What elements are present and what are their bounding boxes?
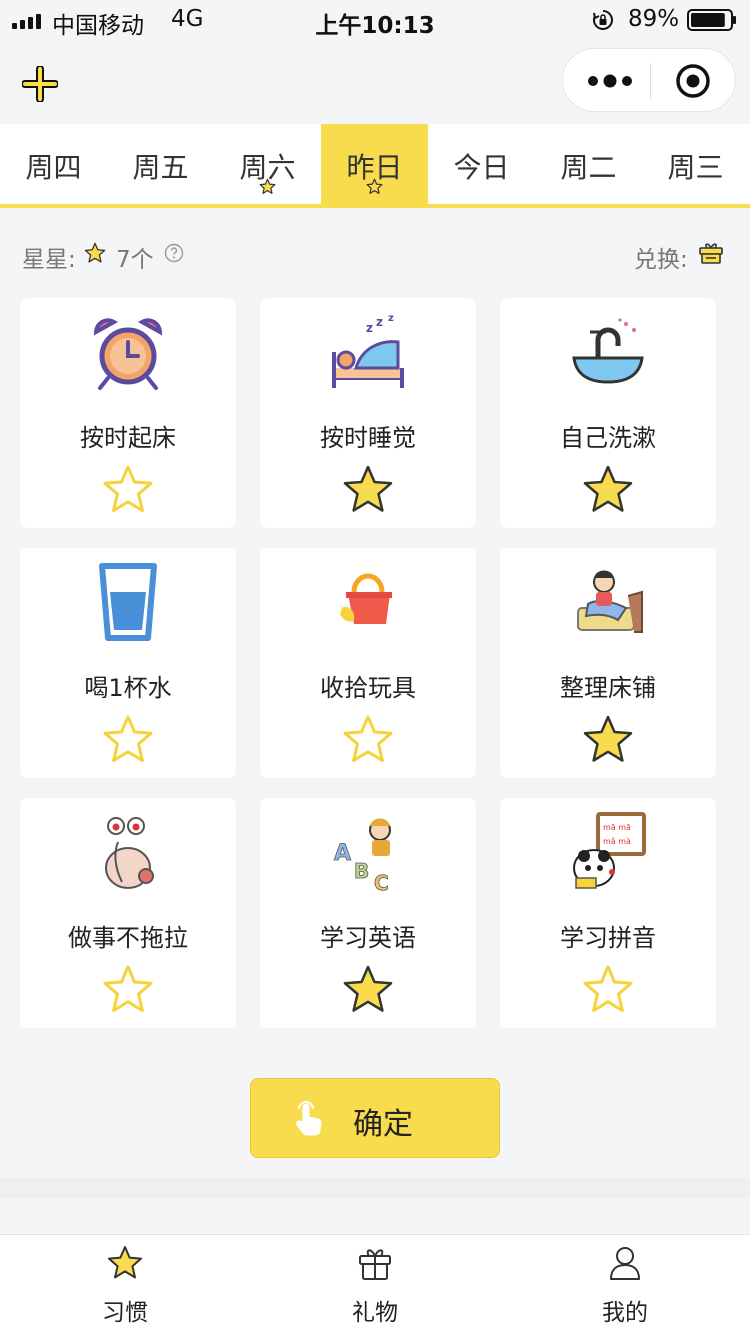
svg-text:mā mā: mā mā [603, 823, 631, 832]
header [0, 40, 750, 124]
svg-text:z: z [366, 321, 373, 335]
star-icon [84, 242, 106, 263]
habit-label: 收拾玩具 [320, 674, 416, 702]
svg-text:z: z [388, 313, 394, 324]
battery-icon [687, 9, 736, 31]
abc-boy-icon: AB C [334, 818, 391, 892]
nav-item-gifts[interactable]: 礼物 [250, 1235, 500, 1334]
tab-label: 周二 [560, 151, 617, 184]
habit-label: 学习英语 [320, 924, 416, 952]
svg-text:z: z [376, 315, 383, 329]
tab-day[interactable]: 周二 [535, 124, 642, 204]
habit-card[interactable]: 做事不拖拉 [20, 798, 236, 1028]
status-bar: 中国移动 4G 上午10:13 89% [0, 0, 750, 40]
star-outline-icon[interactable] [102, 464, 154, 514]
habit-card[interactable]: 喝1杯水 [20, 548, 236, 778]
habit-card[interactable]: A B C 学习英语 [260, 798, 476, 1028]
target-icon[interactable] [675, 63, 711, 99]
nav-label: 我的 [602, 1300, 648, 1326]
tab-label: 周三 [667, 151, 724, 184]
bottom-nav: 习惯 礼物 我的 [0, 1234, 750, 1334]
star-filled-icon[interactable] [582, 464, 634, 514]
gift-icon [359, 1249, 391, 1280]
tab-day[interactable]: 周三 [642, 124, 749, 204]
water-glass-icon [99, 563, 157, 641]
toy-bucket-icon [340, 573, 392, 624]
habit-label: 学习拼音 [560, 924, 656, 952]
pinyin-board-icon: mā mā mǎ mà [573, 812, 646, 889]
nav-item-mine[interactable]: 我的 [500, 1235, 750, 1334]
habit-card[interactable]: 按时起床 [20, 298, 236, 528]
user-icon [610, 1247, 640, 1280]
confirm-label: 确定 [353, 1107, 413, 1142]
capsule-divider [650, 63, 651, 99]
orientation-lock-icon [593, 10, 613, 30]
star-icon [108, 1246, 142, 1279]
alarm-clock-icon [93, 318, 163, 390]
making-bed-icon [577, 570, 643, 633]
gift-box-icon[interactable] [698, 241, 724, 265]
star-outline-icon[interactable] [582, 964, 634, 1014]
washbasin-icon [572, 318, 644, 384]
star-filled-icon[interactable] [342, 964, 394, 1014]
exchange-label[interactable]: 兑换: [634, 240, 688, 274]
habit-card[interactable]: 收拾玩具 [260, 548, 476, 778]
habit-label: 做事不拖拉 [68, 924, 188, 952]
star-earned-icon [259, 178, 276, 194]
tab-label: 今日 [453, 151, 510, 184]
svg-text:mǎ mà: mǎ mà [603, 837, 631, 846]
habit-label: 喝1杯水 [84, 674, 172, 702]
tab-label: 周五 [132, 151, 189, 184]
star-filled-icon[interactable] [342, 464, 394, 514]
star-outline-icon[interactable] [342, 714, 394, 764]
more-icon[interactable] [587, 74, 633, 88]
nav-label: 习惯 [102, 1300, 148, 1326]
habit-card[interactable]: mā mā mǎ mà 学习拼音 [500, 798, 716, 1028]
summary-row: 星星: 7个 兑换: [22, 236, 728, 274]
star-outline-icon[interactable] [102, 714, 154, 764]
nav-item-habits[interactable]: 习惯 [0, 1235, 250, 1334]
habit-label: 整理床铺 [560, 674, 656, 702]
habit-card[interactable]: z z z 按时睡觉 [260, 298, 476, 528]
day-tabs: 周四 周五 周六 昨日 今日 周二 周三 [0, 124, 750, 208]
battery-percent: 89% [628, 6, 680, 32]
habit-label: 按时睡觉 [320, 424, 416, 452]
habit-label: 按时起床 [80, 424, 176, 452]
nav-label: 礼物 [352, 1300, 398, 1326]
habit-card[interactable]: 整理床铺 [500, 548, 716, 778]
star-earned-icon [366, 178, 383, 194]
help-icon[interactable] [164, 243, 184, 263]
hand-tap-icon [296, 1101, 322, 1136]
snail-icon [105, 817, 154, 889]
confirm-button[interactable]: 确定 [250, 1078, 500, 1158]
habit-card[interactable]: 自己洗漱 [500, 298, 716, 528]
star-outline-icon[interactable] [102, 964, 154, 1014]
star-filled-icon[interactable] [582, 714, 634, 764]
stars-label: 星星: [22, 247, 76, 273]
sleeping-bed-icon: zzz [332, 313, 404, 388]
tab-day[interactable]: 周五 [107, 124, 214, 204]
tab-label: 周四 [25, 151, 82, 184]
tab-day[interactable]: 今日 [428, 124, 535, 204]
svg-text:A: A [334, 841, 351, 866]
svg-text:B: B [354, 859, 369, 883]
section-separator [0, 1178, 750, 1198]
stars-count: 7个 [116, 247, 154, 273]
tab-day[interactable]: 周六 [214, 124, 321, 204]
svg-text:C: C [374, 871, 389, 892]
mini-program-capsule [562, 48, 736, 112]
habit-label: 自己洗漱 [560, 424, 656, 452]
tab-day[interactable]: 周四 [0, 124, 107, 204]
plus-icon[interactable] [22, 66, 58, 102]
tab-day[interactable]: 昨日 [321, 124, 428, 204]
